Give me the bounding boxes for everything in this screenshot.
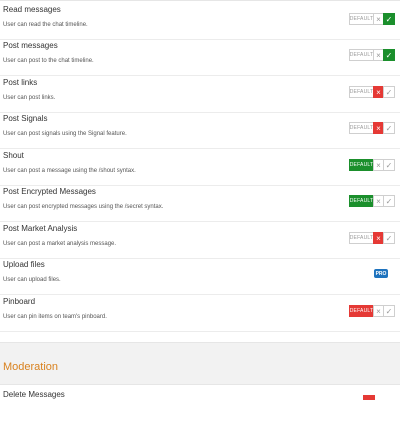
permission-title: Shout [3, 151, 24, 160]
deny-indicator[interactable] [363, 395, 375, 400]
default-button[interactable]: DEFAULT [349, 305, 374, 317]
permission-toggle: DEFAULT × ✓ [349, 49, 395, 61]
permission-toggle: DEFAULT × ✓ [349, 195, 395, 207]
permission-toggle: DEFAULT × ✓ [349, 305, 395, 317]
permission-description: User can post to the chat timeline. [3, 58, 94, 64]
permission-title: Pinboard [3, 297, 36, 306]
permission-row-post-messages: Post messages User can post to the chat … [0, 40, 400, 76]
allow-button[interactable]: ✓ [383, 195, 395, 207]
default-button[interactable]: DEFAULT [349, 159, 374, 171]
permission-description: User can post signals using the Signal f… [3, 131, 127, 137]
default-button[interactable]: DEFAULT [349, 86, 374, 98]
permission-description: User can pin items on team's pinboard. [3, 314, 107, 320]
section-title: Moderation [3, 361, 59, 373]
permission-title: Post messages [3, 41, 58, 50]
default-button[interactable]: DEFAULT [349, 122, 374, 134]
permission-toggle: DEFAULT × ✓ [349, 86, 395, 98]
permission-title: Post links [3, 78, 38, 87]
moderation-section-header: Moderation [0, 342, 400, 385]
default-button[interactable]: DEFAULT [349, 195, 374, 207]
permission-title: Read messages [3, 5, 61, 14]
permission-title: Upload files [3, 260, 45, 269]
permission-title: Post Market Analysis [3, 224, 78, 233]
permission-row-post-signals: Post Signals User can post signals using… [0, 113, 400, 149]
default-button[interactable]: DEFAULT [349, 49, 374, 61]
permission-description: User can read the chat timeline. [3, 22, 88, 28]
permission-row-post-market-analysis: Post Market Analysis User can post a mar… [0, 223, 400, 259]
allow-button[interactable]: ✓ [383, 86, 395, 98]
permission-row-shout: Shout User can post a message using the … [0, 150, 400, 186]
default-button[interactable]: DEFAULT [349, 232, 374, 244]
permission-description: User can post encrypted messages using t… [3, 204, 164, 210]
permission-title: Delete Messages [3, 390, 65, 399]
permission-description: User can post links. [3, 95, 56, 101]
permission-description: User can upload files. [3, 277, 61, 283]
permission-row-post-links: Post links User can post links. DEFAULT … [0, 77, 400, 113]
permission-description: User can post a message using the /shout… [3, 168, 136, 174]
permission-row-read-messages: Read messages User can read the chat tim… [0, 4, 400, 40]
allow-button[interactable]: ✓ [383, 232, 395, 244]
permission-row-upload-files: Upload files User can upload files. PRO [0, 259, 400, 295]
allow-button[interactable]: ✓ [383, 13, 395, 25]
permission-toggle: DEFAULT × ✓ [349, 13, 395, 25]
permission-title: Post Signals [3, 114, 48, 123]
permission-toggle: DEFAULT × ✓ [349, 159, 395, 171]
permission-toggle: DEFAULT × ✓ [349, 232, 395, 244]
permission-toggle: DEFAULT × ✓ [349, 122, 395, 134]
allow-button[interactable]: ✓ [383, 159, 395, 171]
permission-description: User can post a market analysis message. [3, 241, 117, 247]
permission-row-delete-messages: Delete Messages [0, 385, 400, 421]
default-button[interactable]: DEFAULT [349, 13, 374, 25]
permission-row-post-encrypted-messages: Post Encrypted Messages User can post en… [0, 186, 400, 222]
allow-button[interactable]: ✓ [383, 49, 395, 61]
allow-button[interactable]: ✓ [383, 305, 395, 317]
allow-button[interactable]: ✓ [383, 122, 395, 134]
permission-row-pinboard: Pinboard User can pin items on team's pi… [0, 296, 400, 332]
permission-title: Post Encrypted Messages [3, 187, 96, 196]
pro-badge[interactable]: PRO [374, 269, 388, 278]
